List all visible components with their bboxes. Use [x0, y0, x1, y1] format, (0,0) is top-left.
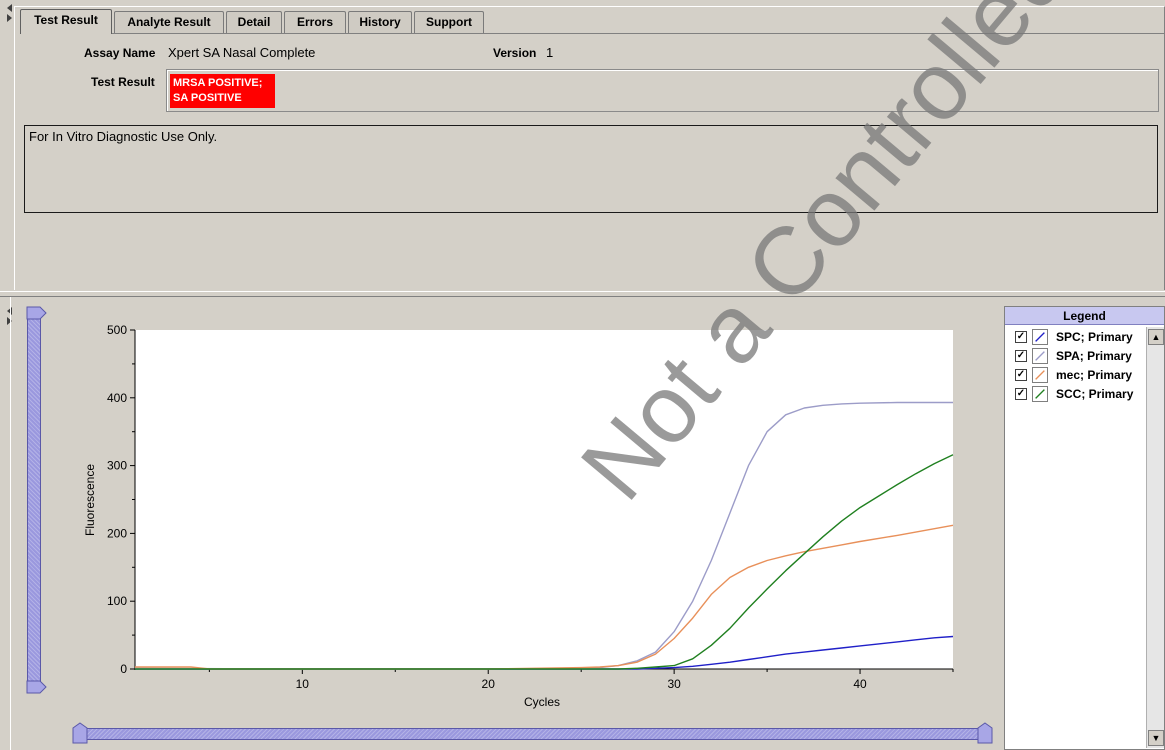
legend-checkbox[interactable]: ✓: [1015, 369, 1027, 381]
tab-test-result[interactable]: Test Result: [20, 9, 112, 34]
legend-scrollbar[interactable]: ▲ ▼: [1146, 327, 1164, 748]
tab-detail[interactable]: Detail: [226, 11, 282, 33]
x-tick-label: 40: [853, 677, 867, 691]
result-line-mrsa: MRSA POSITIVE;: [173, 77, 263, 89]
tab-analyte-result[interactable]: Analyte Result: [114, 11, 224, 33]
legend-label: mec; Primary: [1056, 368, 1133, 382]
tab-label: Errors: [296, 15, 334, 29]
legend-label: SPC; Primary: [1056, 330, 1133, 344]
scroll-down-arrow-icon[interactable]: ▼: [1148, 730, 1164, 746]
tab-label: Support: [426, 15, 472, 29]
legend-item-spa[interactable]: ✓ SPA; Primary: [1015, 347, 1150, 365]
swatch-line: [1035, 332, 1045, 342]
notes-text-area[interactable]: For In Vitro Diagnostic Use Only.: [24, 125, 1158, 213]
swatch-line: [1035, 389, 1045, 399]
legend-item-spc[interactable]: ✓ SPC; Primary: [1015, 328, 1150, 346]
panel-border: [10, 297, 11, 750]
tab-errors[interactable]: Errors: [284, 11, 346, 33]
line-swatch-icon: [1032, 348, 1048, 364]
assay-name-value: Xpert SA Nasal Complete: [168, 45, 316, 60]
legend-item-mec[interactable]: ✓ mec; Primary: [1015, 366, 1150, 384]
legend-checkbox[interactable]: ✓: [1015, 331, 1027, 343]
plot-area: [135, 330, 953, 669]
x-axis: 10 20 30 40: [135, 668, 954, 691]
legend-checkbox[interactable]: ✓: [1015, 350, 1027, 362]
notes-text: For In Vitro Diagnostic Use Only.: [29, 129, 218, 144]
x-range-slider-track[interactable]: [82, 728, 984, 740]
test-result-label: Test Result: [91, 75, 155, 89]
test-result-panel: Test Result Analyte Result Detail Errors…: [0, 0, 1165, 291]
y-tick-label: 200: [107, 526, 127, 540]
y-tick-label: 500: [107, 323, 127, 337]
x-tick-label: 20: [482, 677, 496, 691]
version-label: Version: [493, 46, 537, 60]
tab-strip-divider: [20, 33, 1165, 34]
swatch-line: [1035, 370, 1045, 380]
tab-support[interactable]: Support: [414, 11, 484, 33]
collapse-right-arrow-icon: [7, 14, 12, 22]
line-swatch-icon: [1032, 386, 1048, 402]
scroll-up-arrow-icon[interactable]: ▲: [1148, 329, 1164, 345]
y-range-top-handle[interactable]: [26, 306, 48, 320]
assay-name-label: Assay Name: [84, 46, 156, 60]
y-tick-label: 400: [107, 391, 127, 405]
swatch-line: [1035, 351, 1045, 361]
tab-label: Test Result: [34, 13, 98, 27]
line-swatch-icon: [1032, 329, 1048, 345]
collapse-chart-button[interactable]: [6, 305, 16, 325]
version-value: 1: [546, 45, 554, 60]
y-axis: 0 100 200 300 400 500: [107, 323, 136, 676]
legend-panel: Legend ✓ SPC; Primary ✓ SPA; Primary ✓ m…: [1004, 306, 1165, 750]
fluorescence-chart: 0 100 200 300 400 500 10 20 30 40 Cycles Fluores…: [83, 323, 954, 709]
x-axis-title: Cycles: [524, 695, 560, 709]
y-range-bottom-handle[interactable]: [26, 680, 48, 694]
test-result-field: [166, 69, 1159, 112]
y-axis-title: Fluorescence: [83, 464, 97, 536]
y-tick-label: 300: [107, 459, 127, 473]
legend-item-scc[interactable]: ✓ SCC; Primary: [1015, 385, 1150, 403]
x-tick-label: 30: [667, 677, 681, 691]
result-line-sa: SA POSITIVE: [173, 92, 242, 104]
tab-label: Detail: [237, 15, 271, 29]
legend-header: Legend: [1005, 307, 1164, 325]
y-range-slider-track[interactable]: [27, 318, 41, 688]
x-range-left-handle[interactable]: [72, 722, 88, 744]
x-tick-label: 10: [296, 677, 310, 691]
line-swatch-icon: [1032, 367, 1048, 383]
test-result-badge: MRSA POSITIVE; SA POSITIVE: [170, 74, 275, 108]
y-tick-label: 0: [120, 662, 127, 676]
tab-label: History: [359, 15, 401, 29]
tab-history[interactable]: History: [348, 11, 412, 33]
x-range-right-handle[interactable]: [977, 722, 993, 744]
legend-label: SPA; Primary: [1056, 349, 1132, 363]
collapse-left-arrow-icon: [7, 4, 12, 12]
legend-label: SCC; Primary: [1056, 387, 1134, 401]
legend-checkbox[interactable]: ✓: [1015, 388, 1027, 400]
tab-label: Analyte Result: [127, 15, 211, 29]
y-tick-label: 100: [107, 594, 127, 608]
